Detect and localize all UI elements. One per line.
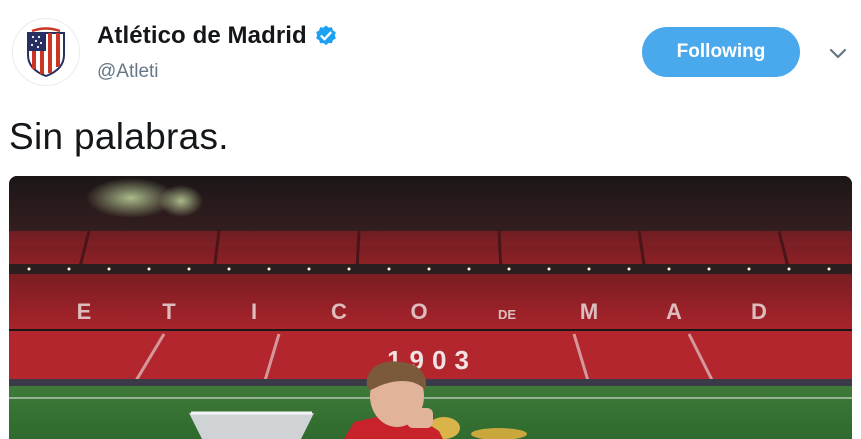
stand-letter: D	[751, 299, 767, 324]
following-button[interactable]: Following	[642, 27, 800, 77]
stand-letter: E	[77, 299, 92, 324]
tweet-text: Sin palabras.	[9, 116, 229, 157]
trophy-left	[189, 411, 314, 439]
avatar[interactable]	[12, 18, 80, 86]
stand-letter: A	[666, 299, 682, 324]
tweet-photo[interactable]: E T I C O DE M A D 1903	[9, 176, 852, 439]
atletico-crest-icon	[27, 27, 65, 77]
chevron-down-icon[interactable]	[826, 41, 850, 65]
author-handle[interactable]: @Atleti	[97, 61, 159, 83]
stand-letter: I	[251, 299, 257, 324]
middle-stand	[9, 274, 852, 329]
stand-letter: C	[331, 299, 347, 324]
stand-letter: M	[580, 299, 598, 324]
verified-badge-icon	[316, 25, 336, 46]
floodlight-glow	[159, 185, 203, 217]
stand-letter: DE	[498, 307, 516, 322]
author-name-row[interactable]: Atlético de Madrid	[97, 22, 338, 50]
ad-boards	[9, 379, 852, 386]
stand-letter: T	[162, 299, 176, 324]
author-display-name[interactable]: Atlético de Madrid	[97, 22, 307, 50]
stand-letter: O	[410, 299, 427, 324]
